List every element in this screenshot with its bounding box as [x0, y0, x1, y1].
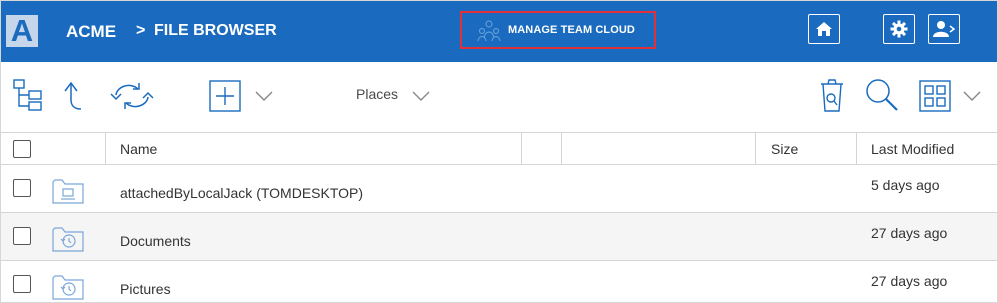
home-icon: [816, 22, 832, 36]
column-header-last-modified[interactable]: Last Modified: [871, 141, 954, 157]
file-browser-window: A ACME > FILE BROWSER MANAGE TEAM CLOUD: [1, 1, 997, 302]
table-header: Name Size Last Modified: [1, 132, 997, 165]
row-checkbox[interactable]: [13, 275, 31, 293]
file-name[interactable]: Documents: [120, 233, 191, 249]
recycle-bin-icon[interactable]: [818, 78, 846, 114]
column-header-size[interactable]: Size: [771, 141, 798, 157]
table-row[interactable]: attachedByLocalJack (TOMDESKTOP) 5 days …: [1, 165, 997, 213]
add-dropdown-chevron-down-icon[interactable]: [255, 90, 273, 102]
team-cloud-icon: [477, 20, 501, 42]
manage-team-cloud-label: MANAGE TEAM CLOUD: [508, 24, 635, 36]
column-divider: [856, 133, 857, 164]
logo-letter: A: [10, 13, 34, 48]
places-menu[interactable]: Places: [356, 86, 398, 102]
manage-team-cloud-button[interactable]: MANAGE TEAM CLOUD: [460, 11, 656, 49]
column-divider: [105, 133, 106, 164]
table-row[interactable]: Pictures 27 days ago: [1, 261, 997, 302]
history-folder-icon: [52, 227, 84, 252]
file-last-modified: 5 days ago: [871, 177, 940, 193]
refresh-icon[interactable]: [109, 80, 155, 112]
places-chevron-down-icon[interactable]: [412, 90, 430, 102]
breadcrumb-separator: >: [136, 22, 146, 39]
folder-tree-icon[interactable]: [12, 78, 44, 112]
add-icon[interactable]: [209, 80, 241, 112]
column-divider: [561, 133, 562, 164]
search-icon[interactable]: [865, 78, 899, 112]
row-checkbox[interactable]: [13, 227, 31, 245]
view-chevron-down-icon[interactable]: [963, 90, 981, 102]
app-logo[interactable]: A: [6, 15, 38, 47]
grid-view-icon[interactable]: [919, 80, 951, 112]
page-title: FILE BROWSER: [154, 22, 277, 39]
history-folder-icon: [52, 275, 84, 300]
row-checkbox[interactable]: [13, 179, 31, 197]
file-last-modified: 27 days ago: [871, 273, 948, 289]
file-name[interactable]: attachedByLocalJack (TOMDESKTOP): [120, 185, 363, 201]
file-name[interactable]: Pictures: [120, 281, 171, 297]
column-divider: [521, 133, 522, 164]
up-arrow-icon[interactable]: [61, 80, 85, 112]
user-logout-icon: [933, 21, 955, 37]
file-last-modified: 27 days ago: [871, 225, 948, 241]
network-folder-icon: [52, 179, 84, 204]
user-logout-button[interactable]: [928, 14, 960, 44]
gear-icon: [890, 20, 908, 38]
select-all-checkbox[interactable]: [13, 140, 31, 158]
settings-button[interactable]: [883, 14, 915, 44]
file-table: Name Size Last Modified attachedByLocalJ…: [1, 132, 997, 302]
home-button[interactable]: [808, 14, 840, 44]
table-row[interactable]: Documents 27 days ago: [1, 213, 997, 261]
breadcrumb-app-name[interactable]: ACME: [66, 22, 116, 42]
column-divider: [755, 133, 756, 164]
top-header: A ACME > FILE BROWSER MANAGE TEAM CLOUD: [1, 1, 997, 62]
column-header-name[interactable]: Name: [120, 141, 157, 157]
toolbar: Places: [1, 62, 997, 132]
